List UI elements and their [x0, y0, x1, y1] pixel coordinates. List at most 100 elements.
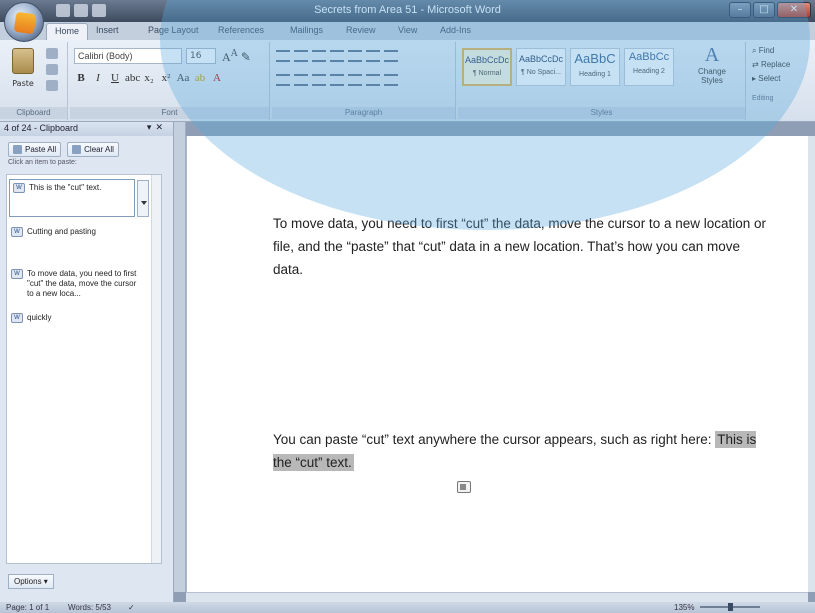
- tab-home[interactable]: Home: [46, 23, 89, 40]
- close-button[interactable]: ✕: [777, 2, 811, 18]
- editing-group: ⌕ Find ⇄ Replace ▸ Select Editing: [752, 44, 790, 106]
- clipboard-item[interactable]: W Cutting and pasting: [11, 227, 139, 237]
- page-count[interactable]: Page: 1 of 1: [6, 602, 49, 613]
- paragraph-group-label[interactable]: Paragraph: [272, 107, 455, 119]
- style-heading-2[interactable]: AaBbCc Heading 2: [624, 48, 674, 86]
- clipboard-item[interactable]: W This is the "cut" text.: [9, 179, 135, 217]
- replace-button[interactable]: ⇄ Replace: [752, 58, 790, 72]
- decrease-indent-icon[interactable]: [330, 50, 344, 62]
- status-bar: Page: 1 of 1 Words: 5/53 ✓ 135%: [0, 602, 815, 613]
- superscript-icon[interactable]: x²: [159, 72, 173, 84]
- paste-button[interactable]: Paste: [4, 46, 42, 102]
- clipboard-item[interactable]: W quickly: [11, 313, 139, 323]
- line-spacing-icon[interactable]: [348, 74, 362, 86]
- style-normal-sample: AaBbCcDc: [464, 55, 509, 65]
- increase-indent-icon[interactable]: [348, 50, 362, 62]
- paste-all-label: Paste All: [25, 145, 57, 154]
- style-normal[interactable]: AaBbCcDc ¶ Normal: [462, 48, 512, 86]
- word-count[interactable]: Words: 5/53: [68, 602, 111, 613]
- tab-mailings[interactable]: Mailings: [290, 25, 323, 35]
- find-label: Find: [758, 46, 775, 55]
- find-button[interactable]: ⌕ Find: [752, 44, 790, 58]
- paragraph-2[interactable]: You can paste “cut” text anywhere the cu…: [273, 428, 773, 474]
- highlight-icon[interactable]: ab: [193, 72, 207, 84]
- paste-options-icon[interactable]: [457, 481, 471, 493]
- grow-font-icon[interactable]: AA ✎: [222, 48, 251, 65]
- strikethrough-icon[interactable]: abc: [125, 72, 140, 84]
- clipboard-item[interactable]: W To move data, you need to first "cut" …: [11, 269, 139, 299]
- bold-icon[interactable]: B: [74, 72, 88, 84]
- cut-icon[interactable]: [46, 48, 58, 59]
- window-controls: – □ ✕: [729, 2, 811, 18]
- justify-icon[interactable]: [330, 74, 344, 86]
- change-styles-button[interactable]: A Change Styles: [692, 44, 732, 85]
- font-name-combo[interactable]: Calibri (Body): [74, 48, 182, 64]
- tab-view[interactable]: View: [398, 25, 417, 35]
- font-color-icon[interactable]: A: [210, 72, 224, 84]
- zoom-level[interactable]: 135%: [674, 602, 694, 613]
- clipboard-options-button[interactable]: Options ▾: [8, 574, 54, 589]
- clipboard-item-dropdown[interactable]: [137, 180, 149, 217]
- clear-all-button[interactable]: Clear All: [67, 142, 119, 157]
- style-no-spacing-name: ¶ No Spaci...: [521, 69, 561, 76]
- italic-icon[interactable]: I: [91, 72, 105, 84]
- tab-review[interactable]: Review: [346, 25, 376, 35]
- borders-icon[interactable]: [384, 74, 398, 86]
- change-styles-icon: A: [704, 44, 720, 66]
- zoom-slider-thumb[interactable]: [728, 603, 733, 611]
- font-format-row: B I U abc x₂ x² Aa ab A: [74, 72, 224, 84]
- maximize-button[interactable]: □: [753, 2, 775, 18]
- ribbon-tabs: Home Insert Page Layout References Maili…: [0, 22, 815, 40]
- copy-icon[interactable]: [46, 64, 58, 75]
- underline-icon[interactable]: U: [108, 72, 122, 84]
- change-case-icon[interactable]: Aa: [176, 72, 190, 84]
- word-document-icon: W: [13, 183, 25, 193]
- proofing-icon[interactable]: ✓: [128, 602, 135, 613]
- align-right-icon[interactable]: [312, 74, 326, 86]
- clipboard-item-text: quickly: [27, 313, 52, 322]
- title-bar: Secrets from Area 51 - Microsoft Word – …: [0, 0, 815, 22]
- numbering-icon[interactable]: [294, 50, 308, 62]
- tab-page-layout[interactable]: Page Layout: [148, 25, 199, 35]
- clipboard-pane-buttons: Paste All Clear All: [0, 136, 173, 159]
- paragraph-1[interactable]: To move data, you need to first “cut” th…: [273, 212, 773, 281]
- tab-references[interactable]: References: [218, 25, 264, 35]
- select-button[interactable]: ▸ Select: [752, 72, 790, 86]
- editing-group-label[interactable]: Editing: [752, 92, 790, 106]
- clipboard-scrollbar[interactable]: [151, 175, 161, 563]
- window-title: Secrets from Area 51 - Microsoft Word: [314, 4, 501, 16]
- vertical-scrollbar[interactable]: [808, 136, 815, 592]
- bullets-icon[interactable]: [276, 50, 290, 62]
- minimize-button[interactable]: –: [729, 2, 751, 18]
- style-normal-name: ¶ Normal: [472, 70, 502, 77]
- vertical-ruler: [174, 122, 186, 592]
- multilevel-list-icon[interactable]: [312, 50, 326, 62]
- show-formatting-icon[interactable]: [384, 50, 398, 62]
- styles-group-label[interactable]: Styles: [458, 107, 745, 119]
- tab-add-ins[interactable]: Add-Ins: [440, 25, 471, 35]
- pane-close-icon[interactable]: ✕: [155, 122, 167, 132]
- font-group-label[interactable]: Font: [70, 107, 269, 119]
- clipboard-item-text: Cutting and pasting: [27, 227, 96, 236]
- font-size-combo[interactable]: 16: [186, 48, 216, 64]
- paragraph-row-2: [276, 74, 398, 86]
- tab-insert[interactable]: Insert: [96, 25, 119, 35]
- style-no-spacing[interactable]: AaBbCcDc ¶ No Spaci...: [516, 48, 566, 86]
- subscript-icon[interactable]: x₂: [142, 72, 156, 84]
- paste-label: Paste: [12, 79, 34, 88]
- document-page[interactable]: To move data, you need to first “cut” th…: [186, 136, 808, 592]
- clipboard-pane-controls: ▾✕: [147, 122, 167, 133]
- horizontal-scrollbar[interactable]: [186, 592, 808, 602]
- office-button[interactable]: [4, 2, 44, 42]
- style-heading-1[interactable]: AaBbC Heading 1: [570, 48, 620, 86]
- format-painter-icon[interactable]: [46, 80, 58, 91]
- align-center-icon[interactable]: [294, 74, 308, 86]
- align-left-icon[interactable]: [276, 74, 290, 86]
- shading-icon[interactable]: [366, 74, 380, 86]
- sort-icon[interactable]: [366, 50, 380, 62]
- style-heading-2-name: Heading 2: [633, 68, 665, 75]
- paste-all-button[interactable]: Paste All: [8, 142, 62, 157]
- style-no-spacing-sample: AaBbCcDc: [518, 54, 563, 64]
- clipboard-group-label[interactable]: Clipboard: [0, 107, 67, 119]
- paragraph-row-1: [276, 50, 398, 62]
